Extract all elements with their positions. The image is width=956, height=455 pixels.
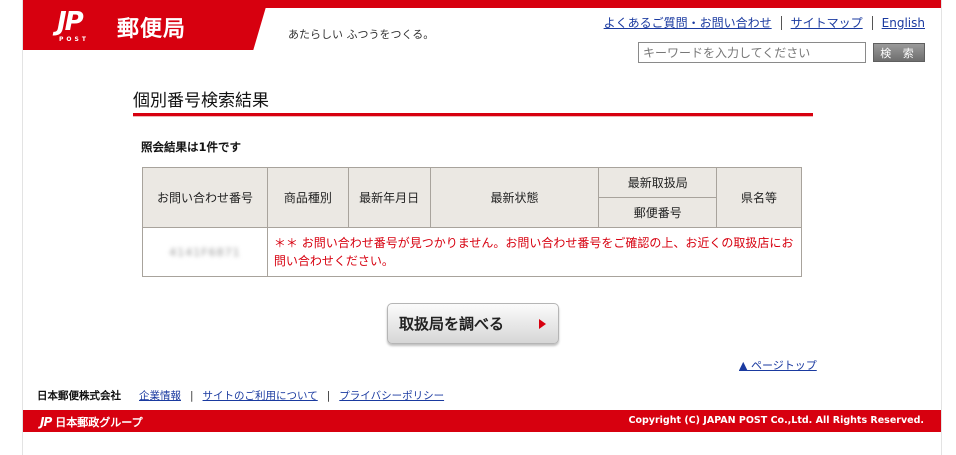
- page-title: 個別番号検索結果: [133, 91, 269, 111]
- site-search: 検 索: [638, 42, 925, 63]
- table-row: 4141F6871 ＊＊ お問い合わせ番号が見つかりません。お問い合わせ番号をご…: [142, 227, 803, 277]
- english-link[interactable]: English: [871, 16, 925, 30]
- header-latest-office: 最新取扱局: [598, 167, 718, 198]
- search-button[interactable]: 検 索: [873, 43, 925, 62]
- blurred-inquiry-number: 4141F6871: [169, 246, 241, 259]
- header-inquiry-number: お問い合わせ番号: [142, 167, 268, 228]
- logo-name: 郵便局: [117, 17, 187, 42]
- copyright: Copyright (C) JAPAN POST Co.,Ltd. All Ri…: [628, 415, 925, 426]
- page-top-link[interactable]: ▲ ページトップ: [739, 357, 817, 373]
- group-name: 日本郵政グループ: [55, 416, 143, 429]
- results-table: お問い合わせ番号 商品種別 最新年月日 最新状態 最新取扱局 県名等 郵便番号 …: [142, 167, 803, 277]
- japan-post-group-logo[interactable]: JP 日本郵政グループ: [40, 414, 143, 430]
- footer-separator: |: [190, 389, 194, 402]
- site-terms-link[interactable]: サイトのご利用について: [203, 388, 318, 403]
- footer-separator: |: [326, 389, 331, 402]
- arrow-right-icon: [539, 318, 546, 329]
- result-count: 照会結果は1件です: [141, 140, 242, 154]
- inquiry-number-cell: 4141F6871: [142, 227, 268, 277]
- header-latest-date: 最新年月日: [347, 167, 431, 228]
- jp-logo-mark: JP: [57, 7, 84, 37]
- sitemap-link[interactable]: サイトマップ: [780, 16, 872, 30]
- tagline: あたらしい ふつうをつくる。: [288, 28, 435, 41]
- header-postal-code: 郵便番号: [598, 197, 718, 228]
- lookup-office-label: 取扱局を調べる: [399, 315, 505, 333]
- jp-group-mark: JP: [40, 415, 52, 429]
- privacy-policy-link[interactable]: プライバシーポリシー: [339, 388, 444, 403]
- title-underline: [133, 113, 813, 117]
- header-prefecture: 県名等: [716, 167, 802, 228]
- japan-post-logo[interactable]: JP POST 郵便局: [23, 0, 268, 50]
- header-latest-status: 最新状態: [429, 167, 600, 228]
- utility-links: よくあるご質問・お問い合わせ サイトマップ English: [595, 16, 925, 30]
- footer-bar: JP 日本郵政グループ Copyright (C) JAPAN POST Co.,…: [23, 410, 941, 432]
- company-name: 日本郵便株式会社: [37, 390, 121, 402]
- not-found-message: ＊＊ お問い合わせ番号が見つかりません。お問い合わせ番号をご確認の上、お近くの取…: [266, 227, 803, 277]
- header-product-type: 商品種別: [266, 167, 349, 228]
- faq-contact-link[interactable]: よくあるご質問・お問い合わせ: [595, 16, 781, 30]
- search-input[interactable]: [638, 42, 866, 63]
- corporate-info-link[interactable]: 企業情報: [139, 388, 181, 403]
- logo-post-text: POST: [59, 36, 89, 43]
- footer-links: 日本郵便株式会社 企業情報 | サイトのご利用について | プライバシーポリシー: [37, 388, 444, 403]
- page-frame: JP POST 郵便局 あたらしい ふつうをつくる。 よくあるご質問・お問い合わ…: [22, 0, 942, 455]
- lookup-office-button[interactable]: 取扱局を調べる: [387, 303, 559, 344]
